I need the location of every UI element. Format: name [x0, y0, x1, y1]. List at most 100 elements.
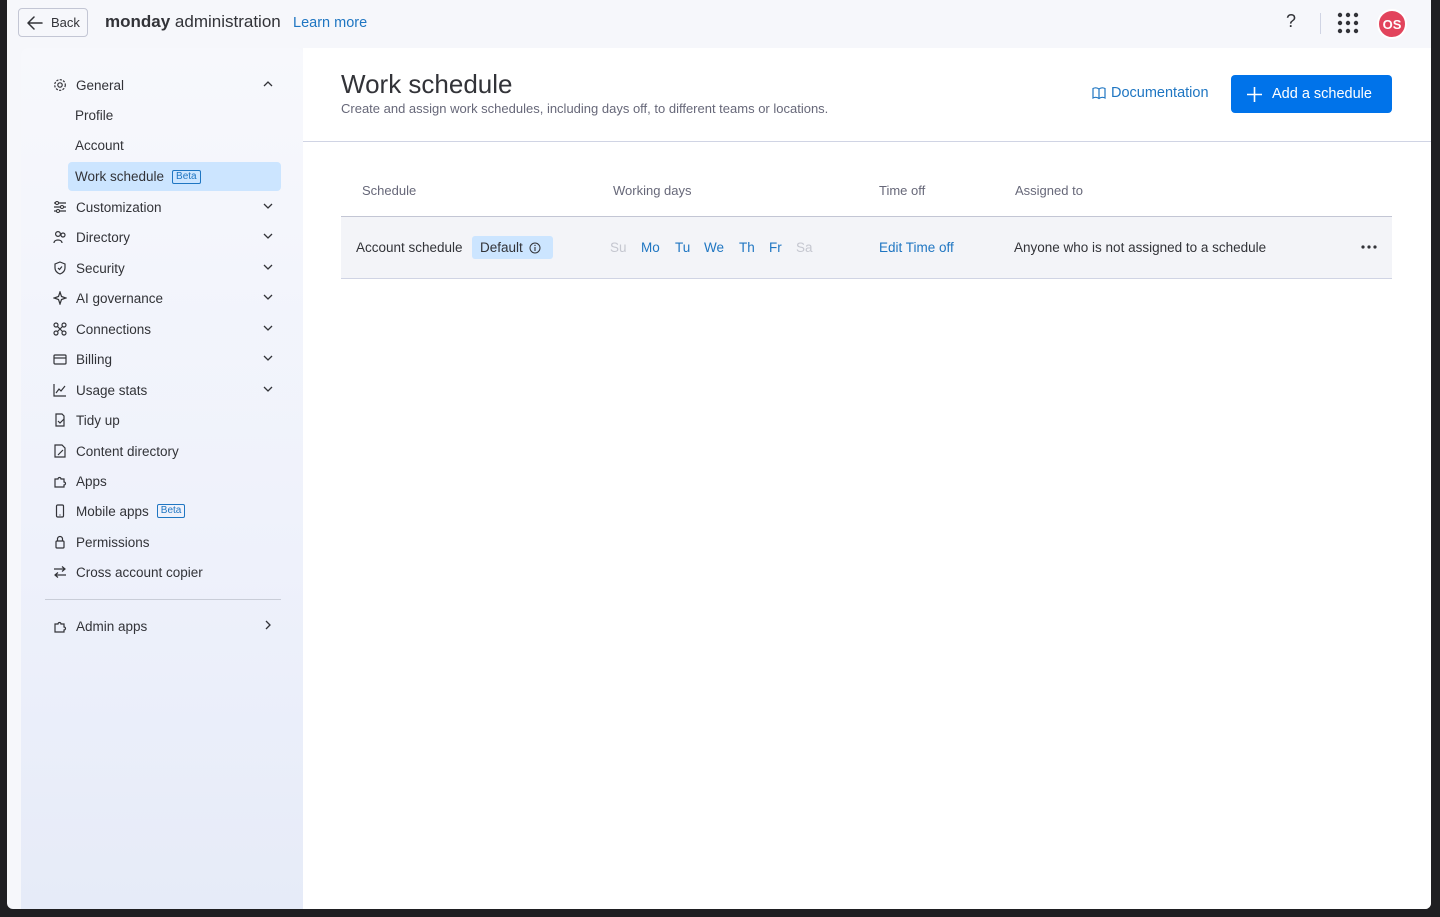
connections-icon: [52, 321, 68, 337]
sidebar: General Profile Account Work schedule Be…: [21, 48, 304, 909]
help-icon[interactable]: ?: [1286, 11, 1296, 32]
sidebar-item-tidy-up[interactable]: Tidy up: [46, 406, 282, 434]
doc-icon: [52, 443, 68, 459]
gear-icon: [52, 77, 68, 93]
brand-bold: monday: [105, 12, 171, 31]
sidebar-item-label: Directory: [76, 229, 131, 245]
column-header-working-days: Working days: [613, 183, 692, 198]
people-icon: [52, 229, 68, 245]
sidebar-item-account[interactable]: Account: [68, 131, 281, 160]
sparkle-icon: [52, 290, 68, 306]
back-button[interactable]: Back: [18, 8, 88, 37]
chevron-down-icon: [263, 264, 273, 270]
card-icon: [52, 351, 68, 367]
chart-icon: [52, 382, 68, 398]
day-wednesday: We: [704, 240, 725, 255]
sidebar-item-customization[interactable]: Customization: [46, 193, 282, 221]
sidebar-item-label: Tidy up: [76, 412, 120, 428]
day-sunday: Su: [610, 240, 627, 255]
sidebar-item-label: Customization: [76, 199, 162, 215]
puzzle-icon: [52, 473, 68, 489]
beta-badge: Beta: [172, 169, 201, 184]
chevron-down-icon: [263, 325, 273, 331]
sidebar-item-security[interactable]: Security: [46, 254, 282, 282]
sidebar-item-admin-apps[interactable]: Admin apps: [46, 612, 282, 640]
day-tuesday: Tu: [675, 240, 691, 255]
sidebar-item-label: Work schedule: [75, 169, 165, 184]
info-icon[interactable]: [529, 242, 541, 254]
top-bar: Back monday administration Learn more ? …: [7, 0, 1431, 46]
learn-more-link[interactable]: Learn more: [293, 15, 367, 31]
column-header-time-off: Time off: [879, 183, 926, 198]
arrow-left-icon: [27, 15, 43, 30]
broom-icon: [52, 412, 68, 428]
sidebar-item-label: Usage stats: [76, 382, 148, 398]
sidebar-item-label: Security: [76, 260, 125, 276]
sidebar-item-label: Apps: [76, 473, 107, 489]
avatar[interactable]: OS: [1377, 9, 1407, 39]
chevron-down-icon: [263, 355, 273, 361]
sidebar-item-label: Permissions: [76, 534, 150, 550]
column-header-assigned-to: Assigned to: [1015, 183, 1083, 198]
documentation-label: Documentation: [1111, 85, 1209, 101]
sidebar-item-work-schedule[interactable]: Work schedule Beta: [68, 162, 281, 191]
sidebar-item-label: AI governance: [76, 290, 164, 306]
brand-title: monday administration: [105, 12, 281, 32]
chevron-right-icon: [265, 620, 271, 630]
more-options-icon[interactable]: [1361, 237, 1377, 257]
default-tag: Default: [472, 236, 553, 259]
sidebar-item-mobile-apps[interactable]: Mobile apps Beta: [46, 497, 282, 525]
sidebar-item-label: Account: [75, 138, 124, 153]
sidebar-item-general[interactable]: General: [46, 71, 282, 99]
column-header-schedule: Schedule: [362, 183, 417, 198]
sidebar-item-usage-stats[interactable]: Usage stats: [46, 376, 282, 404]
sidebar-item-label: Connections: [76, 321, 152, 337]
sidebar-item-billing[interactable]: Billing: [46, 345, 282, 373]
sidebar-item-label: Content directory: [76, 443, 179, 459]
day-thursday: Th: [739, 240, 755, 255]
edit-time-off-link[interactable]: Edit Time off: [879, 240, 954, 255]
puzzle-icon: [52, 618, 68, 634]
plus-icon: [1247, 86, 1262, 102]
sidebar-item-ai-governance[interactable]: AI governance: [46, 284, 282, 312]
beta-badge: Beta: [156, 504, 186, 518]
brand-rest: administration: [170, 12, 281, 31]
sliders-icon: [52, 199, 68, 215]
chevron-down-icon: [263, 386, 273, 392]
chevron-down-icon: [263, 233, 273, 239]
sidebar-item-profile[interactable]: Profile: [68, 101, 281, 130]
sidebar-item-label: Profile: [75, 108, 114, 123]
default-tag-label: Default: [480, 240, 523, 255]
chevron-down-icon: [263, 294, 273, 300]
sidebar-item-connections[interactable]: Connections: [46, 315, 282, 343]
mobile-icon: [52, 503, 68, 519]
sidebar-item-label: Admin apps: [76, 618, 148, 634]
day-monday: Mo: [641, 240, 660, 255]
assigned-to-value: Anyone who is not assigned to a schedule: [1014, 240, 1267, 255]
page-subtitle: Create and assign work schedules, includ…: [341, 101, 829, 116]
chevron-down-icon: [263, 203, 273, 209]
schedule-name: Account schedule: [356, 240, 463, 255]
day-saturday: Sa: [796, 240, 813, 255]
sidebar-item-directory[interactable]: Directory: [46, 223, 282, 251]
add-schedule-button[interactable]: Add a schedule: [1231, 75, 1392, 113]
header-divider: [303, 141, 1431, 142]
swap-icon: [52, 564, 68, 580]
sidebar-item-label: Mobile apps: [76, 503, 149, 519]
shield-icon: [52, 260, 68, 276]
back-label: Back: [51, 15, 80, 30]
sidebar-item-label: Cross account copier: [76, 564, 203, 580]
lock-icon: [52, 534, 68, 550]
add-schedule-label: Add a schedule: [1272, 86, 1372, 102]
apps-grid-icon[interactable]: [1337, 12, 1359, 39]
day-friday: Fr: [769, 240, 782, 255]
sidebar-item-apps[interactable]: Apps: [46, 467, 282, 495]
sidebar-item-cross-account-copier[interactable]: Cross account copier: [46, 558, 282, 586]
app-window: Back monday administration Learn more ? …: [7, 0, 1431, 909]
sidebar-item-permissions[interactable]: Permissions: [46, 528, 282, 556]
sidebar-item-label: General: [76, 77, 125, 93]
documentation-link[interactable]: Documentation: [1092, 85, 1209, 101]
sidebar-item-label: Billing: [76, 351, 113, 367]
table-row[interactable]: Account schedule Default Su Mo Tu We Th …: [341, 217, 1392, 279]
sidebar-item-content-directory[interactable]: Content directory: [46, 437, 282, 465]
